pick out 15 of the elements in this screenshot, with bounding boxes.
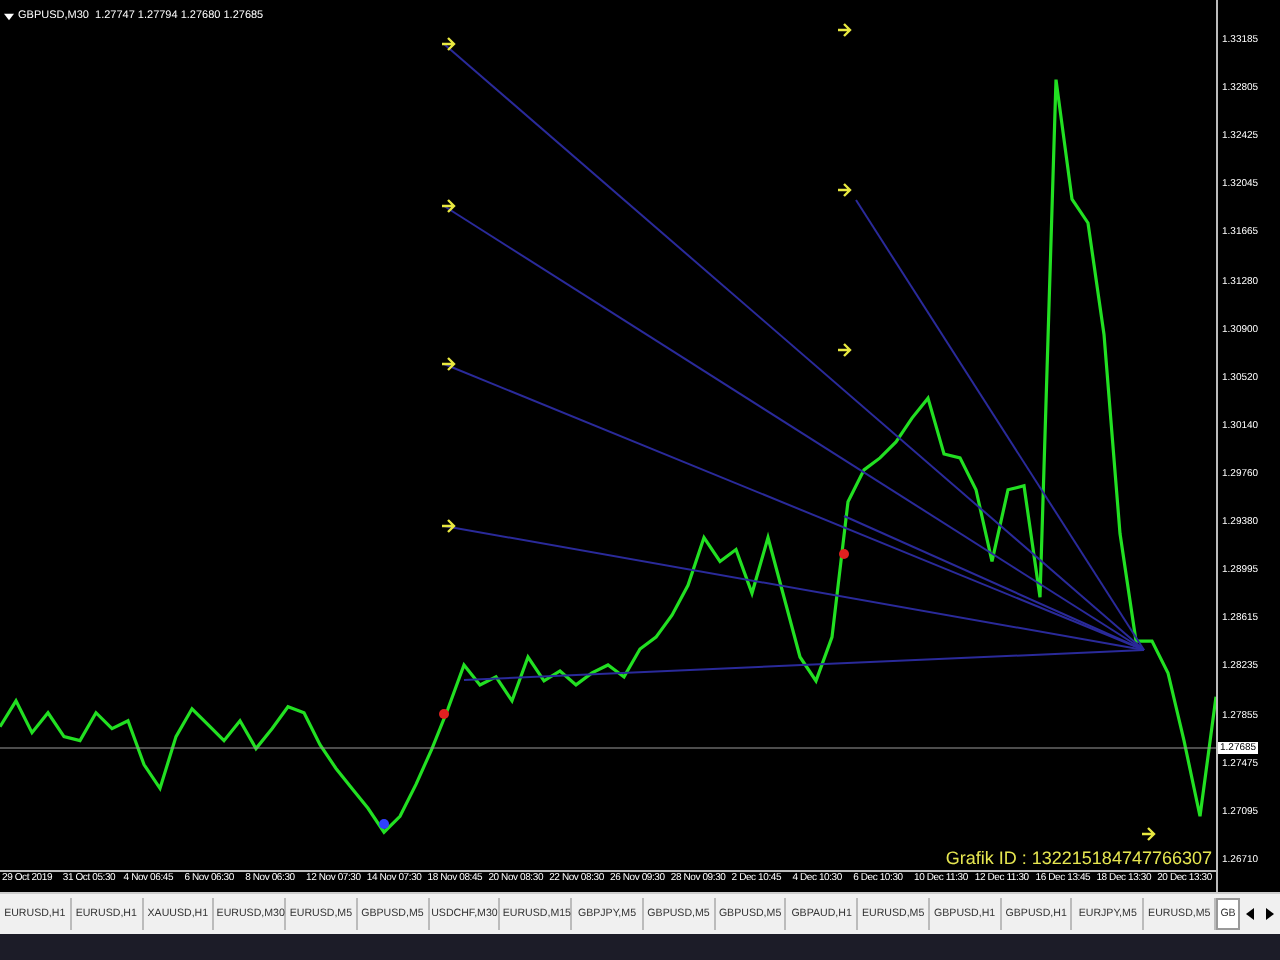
scroll-left-icon[interactable] <box>1242 906 1259 922</box>
arrow-icon <box>1140 826 1156 842</box>
arrow-icon <box>836 22 852 38</box>
sell-marker-icon <box>839 549 849 559</box>
arrow-icon <box>440 356 456 372</box>
info-label: Grafik ID : 132215184747766307 <box>945 848 1212 869</box>
scroll-right-icon[interactable] <box>1262 906 1279 922</box>
dropdown-icon[interactable] <box>4 11 14 21</box>
arrow-icon <box>836 342 852 358</box>
arrow-icon <box>836 182 852 198</box>
buy-marker-icon <box>379 819 389 829</box>
sell-marker-icon <box>439 709 449 719</box>
arrow-icon <box>440 518 456 534</box>
arrow-icon <box>440 198 456 214</box>
arrow-icon <box>440 36 456 52</box>
